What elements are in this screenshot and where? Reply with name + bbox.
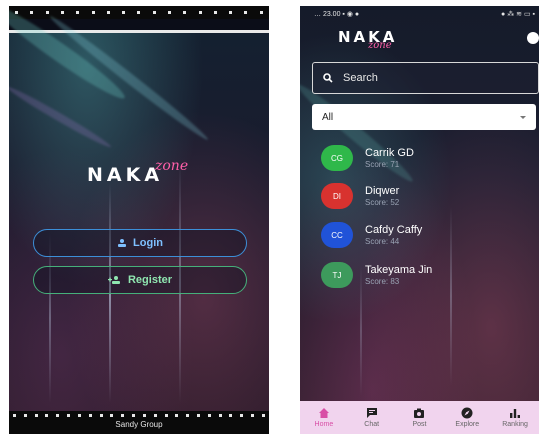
user-avatar: CC: [321, 222, 353, 248]
user-list-item[interactable]: CC Cafdy Caffy Score: 44: [321, 220, 531, 250]
login-screen: NAKA zone Login Register Sandy Group: [9, 6, 269, 434]
home-icon: [318, 408, 329, 418]
user-list-item[interactable]: CG Carrik GD Score: 71: [321, 143, 531, 173]
film-strip-bottom: Sandy Group: [9, 411, 269, 434]
user-score: Score: 71: [365, 159, 400, 169]
camera-icon: [414, 408, 425, 418]
user-score: Score: 83: [365, 276, 400, 286]
user-icon: [118, 239, 127, 247]
nav-home-label: Home: [314, 421, 334, 428]
nav-chat-label: Chat: [364, 421, 380, 428]
nav-explore[interactable]: Explore: [443, 401, 491, 434]
user-score: Score: 44: [365, 236, 400, 246]
logo-script-text: zone: [155, 158, 189, 174]
logo-main-text: NAKA: [87, 164, 164, 186]
footer-credit: Sandy Group: [115, 420, 163, 429]
filter-selected-value: All: [322, 111, 334, 123]
user-score: Score: 52: [365, 197, 400, 207]
profile-icon[interactable]: [527, 32, 539, 44]
search-input[interactable]: Search: [312, 62, 539, 94]
nav-post[interactable]: Post: [396, 401, 444, 434]
register-button[interactable]: Register: [33, 266, 247, 294]
search-icon: [323, 73, 333, 83]
nav-post-label: Post: [412, 421, 427, 428]
logo-script-text: zone: [368, 40, 392, 51]
search-placeholder: Search: [343, 72, 378, 84]
bottom-navigation: Home Chat Post Explore Ranking: [300, 401, 539, 434]
nav-explore-label: Explore: [455, 421, 480, 428]
register-button-label: Register: [127, 274, 173, 286]
add-user-icon: [107, 276, 120, 284]
ranking-icon: [510, 409, 521, 418]
home-screen: … 23.00 ▪ ◉ ● ● ⁂ ≋ ▭ ▪ NAKA zone Search…: [300, 6, 539, 434]
user-avatar: TJ: [321, 262, 353, 288]
user-name: Takeyama Jin: [365, 263, 433, 276]
nav-ranking-label: Ranking: [502, 421, 528, 428]
night-sky-background: [9, 6, 269, 411]
user-name: Carrik GD: [365, 146, 414, 159]
nav-ranking[interactable]: Ranking: [491, 401, 539, 434]
chat-icon: [366, 408, 377, 418]
user-avatar: DI: [321, 183, 353, 209]
status-icons: ● ⁂ ≋ ▭ ▪: [501, 11, 535, 18]
nav-home[interactable]: Home: [300, 401, 348, 434]
chevron-down-icon: [520, 115, 526, 119]
user-name: Cafdy Caffy: [365, 223, 423, 236]
status-time: … 23.00 ▪ ◉ ●: [314, 11, 360, 18]
filter-dropdown[interactable]: All: [312, 104, 536, 130]
login-button[interactable]: Login: [33, 229, 247, 257]
status-bar: … 23.00 ▪ ◉ ● ● ⁂ ≋ ▭ ▪: [300, 6, 539, 22]
user-name: Diqwer: [365, 184, 400, 197]
compass-icon: [461, 407, 473, 419]
login-button-label: Login: [133, 237, 163, 249]
naka-zone-logo: NAKA zone: [338, 24, 438, 54]
film-strip-top: [9, 6, 269, 19]
screenshot-stage: NAKA zone Login Register Sandy Group … 2…: [0, 0, 539, 434]
nav-chat[interactable]: Chat: [348, 401, 396, 434]
naka-zone-logo: NAKA zone: [87, 156, 207, 196]
user-avatar: CG: [321, 145, 353, 171]
user-list-item[interactable]: TJ Takeyama Jin Score: 83: [321, 260, 531, 290]
user-list-item[interactable]: DI Diqwer Score: 52: [321, 181, 531, 211]
